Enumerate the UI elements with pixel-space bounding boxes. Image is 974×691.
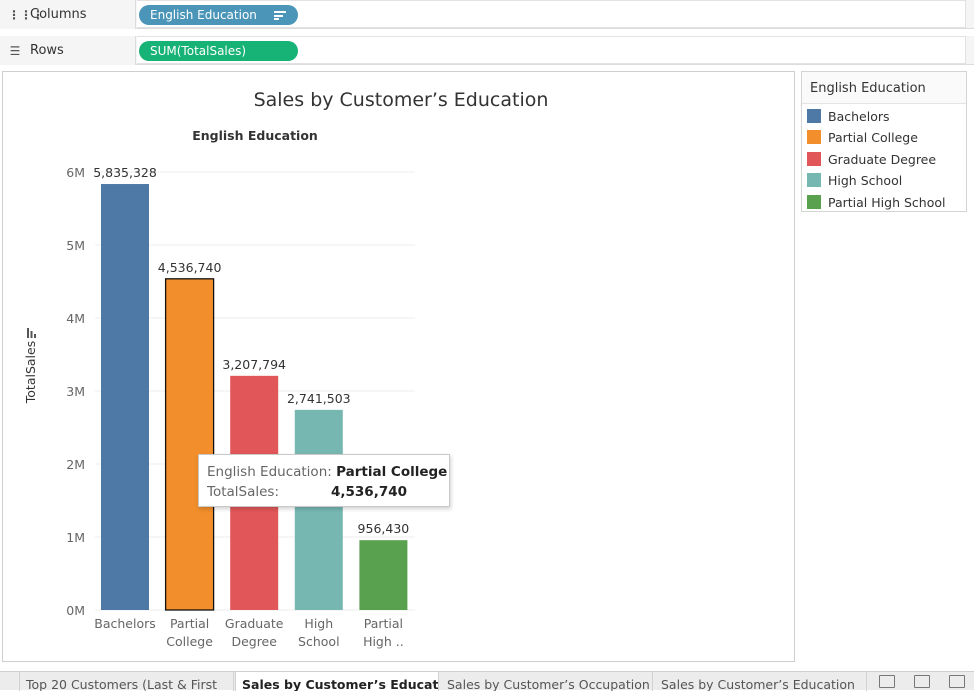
legend-swatch bbox=[807, 173, 821, 187]
sum-totalsales-pill-label: SUM(TotalSales) bbox=[150, 44, 247, 58]
color-legend[interactable]: English Education Bachelors Partial Coll… bbox=[801, 71, 967, 212]
new-worksheet-icon[interactable] bbox=[879, 675, 895, 688]
bar[interactable] bbox=[101, 184, 149, 610]
x-tick-label: College bbox=[166, 634, 213, 649]
value-label: 956,430 bbox=[358, 521, 410, 536]
tooltip-row-sales: TotalSales: 4,536,740 bbox=[207, 484, 443, 500]
legend-item-label: High School bbox=[828, 172, 903, 188]
bar[interactable] bbox=[164, 278, 215, 611]
columns-shelf-label: ⋮⋮⋮ Columns bbox=[0, 0, 136, 29]
legend-swatch bbox=[807, 195, 821, 209]
legend-item-label: Partial High School bbox=[828, 194, 946, 210]
new-dashboard-icon[interactable] bbox=[914, 675, 930, 688]
y-tick-label: 3M bbox=[66, 384, 85, 399]
y-axis-ticks: 0M 1M 2M 3M 4M 5M 6M bbox=[66, 165, 85, 618]
columns-drop-area[interactable]: English Education bbox=[137, 0, 966, 28]
bar[interactable] bbox=[359, 540, 408, 610]
legend-swatch bbox=[807, 152, 821, 166]
rows-drop-area[interactable]: SUM(TotalSales) bbox=[137, 36, 966, 64]
x-tick-label: High bbox=[304, 616, 333, 631]
sort-descending-icon[interactable] bbox=[274, 11, 286, 20]
tooltip-row-education: English Education: Partial College bbox=[207, 464, 447, 480]
legend-item-high-school[interactable]: High School bbox=[807, 171, 902, 189]
y-tick-label: 4M bbox=[66, 311, 85, 326]
rows-label-text: Rows bbox=[30, 43, 64, 58]
legend-item-label: Bachelors bbox=[828, 108, 890, 124]
sheet-tabs-bar: Top 20 Customers (Last & First Sales by … bbox=[0, 671, 974, 691]
rows-shelf: ☰ Rows SUM(TotalSales) bbox=[0, 36, 974, 65]
x-tick-label: Bachelors bbox=[94, 616, 156, 631]
legend-title[interactable]: English Education bbox=[802, 72, 966, 104]
legend-item-graduate-degree[interactable]: Graduate Degree bbox=[807, 150, 936, 168]
tooltip-key-education: English Education: bbox=[207, 464, 332, 480]
columns-label-text: Columns bbox=[30, 7, 87, 22]
value-label: 4,536,740 bbox=[158, 260, 222, 275]
value-label: 3,207,794 bbox=[222, 357, 286, 372]
tab-sales-by-education[interactable]: Sales by Customer’s Education bbox=[235, 672, 439, 691]
tooltip-value-education: Partial College bbox=[336, 464, 448, 480]
legend-item-partial-college[interactable]: Partial College bbox=[807, 128, 918, 146]
legend-item-partial-high-school[interactable]: Partial High School bbox=[807, 193, 945, 211]
legend-item-label: Partial College bbox=[828, 129, 918, 145]
tab-sales-by-education-2[interactable]: Sales by Customer’s Education bbox=[655, 672, 867, 691]
x-tick-label: Graduate bbox=[225, 616, 284, 631]
bar[interactable] bbox=[294, 409, 343, 610]
y-tick-label: 2M bbox=[66, 457, 85, 472]
bar-chart[interactable]: Sales by Customer’s Education English Ed… bbox=[3, 72, 794, 661]
y-tick-label: 6M bbox=[66, 165, 85, 180]
y-tick-label: 5M bbox=[66, 238, 85, 253]
x-tick-label: High .. bbox=[363, 634, 404, 649]
columns-icon: ⋮⋮⋮ bbox=[8, 7, 44, 22]
tooltip: English Education: Partial College Total… bbox=[198, 454, 450, 507]
y-tick-label: 1M bbox=[66, 530, 85, 545]
tabs-scroll-left-icon[interactable] bbox=[0, 672, 20, 691]
tooltip-value-sales: 4,536,740 bbox=[331, 484, 408, 500]
tab-sales-by-occupation[interactable]: Sales by Customer’s Occupation bbox=[441, 672, 653, 691]
x-tick-label: Degree bbox=[231, 634, 277, 649]
value-label: 5,835,328 bbox=[93, 165, 157, 180]
value-label: 2,741,503 bbox=[287, 391, 351, 406]
legend-swatch bbox=[807, 130, 821, 144]
rows-icon: ☰ bbox=[9, 43, 21, 58]
rows-shelf-label: ☰ Rows bbox=[0, 36, 136, 65]
legend-item-bachelors[interactable]: Bachelors bbox=[807, 107, 890, 125]
chart-title: Sales by Customer’s Education bbox=[254, 89, 549, 111]
column-header: English Education bbox=[192, 128, 318, 143]
y-axis-title: TotalSales bbox=[23, 341, 38, 404]
tab-top-20-customers[interactable]: Top 20 Customers (Last & First bbox=[20, 672, 234, 691]
viz-pane[interactable]: Sales by Customer’s Education English Ed… bbox=[2, 71, 795, 662]
legend-swatch bbox=[807, 109, 821, 123]
english-education-pill[interactable]: English Education bbox=[139, 5, 298, 25]
x-axis-labels: Bachelors Partial College Graduate Degree Hig… bbox=[94, 616, 403, 649]
sum-totalsales-pill[interactable]: SUM(TotalSales) bbox=[139, 41, 298, 61]
x-tick-label: School bbox=[298, 634, 340, 649]
y-axis-sort-icon[interactable] bbox=[27, 328, 36, 338]
tooltip-key-sales: TotalSales: bbox=[207, 484, 280, 500]
new-story-icon[interactable] bbox=[949, 675, 965, 688]
y-tick-label: 0M bbox=[66, 603, 85, 618]
x-tick-label: Partial bbox=[170, 616, 209, 631]
english-education-pill-label: English Education bbox=[150, 8, 257, 22]
columns-shelf: ⋮⋮⋮ Columns English Education bbox=[0, 0, 974, 29]
x-tick-label: Partial bbox=[364, 616, 403, 631]
bars bbox=[101, 184, 408, 611]
legend-item-label: Graduate Degree bbox=[828, 151, 937, 167]
